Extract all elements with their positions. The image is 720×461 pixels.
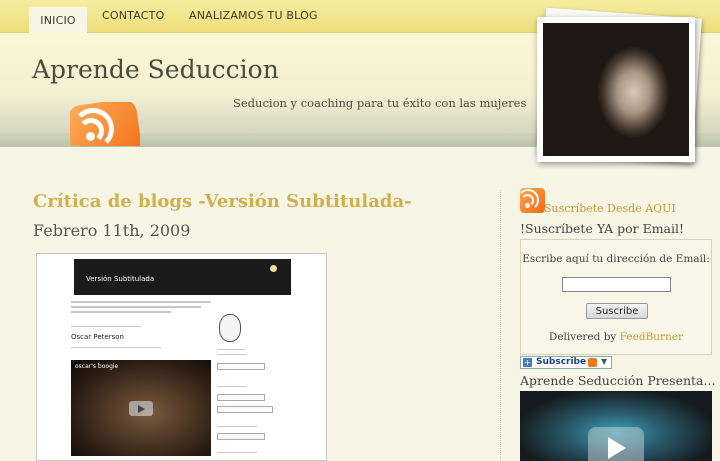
plus-icon: + [523, 358, 532, 367]
chevron-down-icon: ▼ [601, 357, 608, 366]
nav-item-contacto[interactable]: CONTACTO [102, 9, 164, 22]
text-line [217, 426, 257, 427]
screenshot-video: oscar's boogie [71, 360, 211, 456]
column-divider [500, 190, 501, 461]
sidebar-video[interactable] [520, 391, 712, 461]
screenshot-banner-text: Versión Subtitulada [86, 275, 155, 283]
mini-box [217, 363, 265, 370]
mini-box [217, 394, 265, 401]
subscribe-badge-label: Subscribe [536, 357, 587, 367]
rss-feed-icon[interactable] [70, 102, 140, 146]
site-title[interactable]: Aprende Seduccion [32, 55, 279, 84]
nav-item-inicio[interactable]: INICIO [29, 7, 87, 33]
screenshot-video-title: oscar's boogie [75, 363, 119, 370]
feedburner-link[interactable]: FeedBurner [620, 331, 683, 343]
post-date: Febrero 11th, 2009 [33, 221, 191, 240]
site-tagline: Seducion y coaching para tu éxito con la… [233, 96, 527, 110]
post-screenshot-image: Versión Subtitulada Oscar Peterson oscar… [36, 253, 327, 461]
screenshot-banner: Versión Subtitulada [74, 259, 291, 295]
face-sketch-icon [219, 314, 241, 342]
post-title[interactable]: Crítica de blogs -Versión Subtitulada- [33, 191, 412, 212]
text-line [71, 301, 211, 303]
mini-box [217, 433, 265, 440]
email-subscribe-heading: !Suscríbete YA por Email! [520, 221, 685, 236]
moon-icon [270, 265, 277, 272]
email-subscribe-form: Escribe aquí tu dirección de Email: Susc… [520, 239, 712, 355]
header-photo [537, 17, 695, 162]
subscribe-link[interactable]: Suscríbete Desde AQUI [544, 202, 676, 215]
subscribe-button[interactable]: Suscribe [586, 303, 648, 319]
delivered-by-text: Delivered by FeedBurner [521, 331, 711, 343]
subscribe-badge[interactable]: + Subscribe ▼ [520, 356, 612, 369]
presenta-heading: Aprende Seducción Presenta... [520, 373, 716, 388]
text-line [71, 306, 201, 308]
portrait-image [543, 23, 689, 156]
text-line [217, 452, 257, 453]
text-line [71, 311, 171, 313]
email-field-label: Escribe aquí tu dirección de Email: [522, 253, 710, 265]
text-line [217, 386, 247, 387]
rss-mini-icon [588, 358, 597, 367]
delivered-prefix: Delivered by [548, 331, 617, 343]
email-field[interactable] [562, 277, 671, 292]
text-line [217, 354, 247, 355]
play-icon [129, 401, 153, 416]
nav-item-analizamos-tu-blog[interactable]: ANALIZAMOS TU BLOG [189, 9, 318, 22]
screenshot-name: Oscar Peterson [71, 333, 124, 341]
play-icon[interactable] [588, 427, 644, 461]
text-line [71, 326, 141, 327]
text-line [217, 349, 245, 350]
text-line [71, 347, 161, 348]
rss-small-icon[interactable] [517, 188, 545, 213]
mini-box [217, 406, 273, 413]
